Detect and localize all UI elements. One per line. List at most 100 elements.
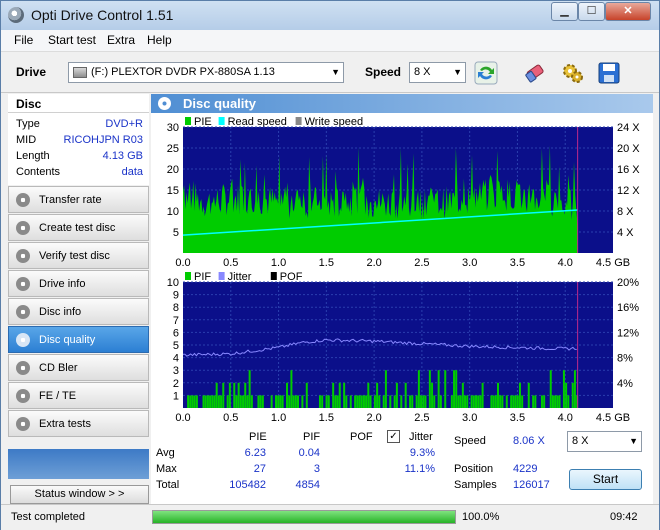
pif-bar [343, 382, 346, 408]
pif-bar [362, 395, 365, 408]
samples-label: Samples [454, 479, 497, 491]
y-tick-label: 9 [173, 290, 179, 302]
pif-bar [404, 382, 407, 408]
nav-create-test-disc[interactable]: Create test disc [8, 214, 149, 241]
sidebar-background [8, 449, 149, 479]
pif-bar [279, 395, 282, 408]
nav-extra-tests[interactable]: Extra tests [8, 410, 149, 437]
legend-label: PIE [194, 116, 212, 128]
progress-fill [153, 511, 455, 523]
nav-disc-quality[interactable]: Disc quality [8, 326, 149, 353]
pif-bar [437, 370, 440, 408]
y-tick-label: 5 [173, 227, 179, 239]
avg-jitter-value: 9.3% [409, 447, 435, 459]
total-pie-value: 105482 [229, 479, 266, 491]
pif-bar [409, 395, 412, 408]
pif-bar [202, 395, 205, 408]
nav-label: Drive info [39, 278, 86, 290]
y2-tick-label: 8 X [617, 206, 634, 218]
app-window: Opti Drive Control 1.51 ▁ ☐ ✕ File Start… [0, 0, 660, 530]
y-tick-label: 20 [167, 164, 179, 176]
y2-tick-label: 4 X [617, 227, 634, 239]
disc-length-key: Length [16, 150, 50, 162]
nav-fe-te[interactable]: FE / TE [8, 382, 149, 409]
max-pie-value: 27 [253, 463, 266, 475]
nav-cd-bler[interactable]: CD Bler [8, 354, 149, 381]
clock: 09:42 [610, 511, 638, 523]
x-tick-label: 1.5 [319, 257, 334, 269]
disc-quality-icon [158, 97, 171, 110]
col-header-pif: PIF [303, 431, 321, 443]
pif-bar [235, 395, 238, 408]
speed-select[interactable]: 8 X ▼ [409, 62, 466, 83]
pif-bar [209, 395, 212, 408]
pif-bar [226, 395, 229, 408]
erase-button[interactable] [523, 61, 547, 85]
save-button[interactable] [597, 61, 621, 85]
pif-bar [532, 395, 535, 408]
drive-select[interactable]: (F:) PLEXTOR DVDR PX-880SA 1.13 ▼ [68, 62, 344, 83]
y2-tick-label: 16% [617, 302, 639, 314]
y-tick-label: 8 [173, 302, 179, 314]
pif-bar [239, 395, 242, 408]
pif-bar [514, 395, 517, 408]
close-button[interactable]: ✕ [605, 2, 651, 21]
nav-drive-info[interactable]: Drive info [8, 270, 149, 297]
menu-file[interactable]: File [14, 33, 33, 47]
legend-label: Read speed [228, 116, 287, 128]
nav-label: Disc quality [39, 334, 96, 346]
x-tick-label: 0.0 [175, 257, 190, 269]
settings-button[interactable] [561, 61, 585, 85]
pif-bar [459, 395, 462, 408]
x-tick-label: 3.5 [510, 412, 525, 424]
disc-app-icon [8, 7, 24, 23]
start-button[interactable]: Start [569, 469, 642, 490]
pif-bar [187, 395, 190, 408]
maximize-button[interactable]: ☐ [578, 2, 605, 21]
row-label-max: Max [156, 463, 177, 475]
status-bar: Test completed 100.0% 09:42 [1, 504, 659, 530]
pif-bar [211, 395, 214, 408]
pif-bar [516, 395, 519, 408]
jitter-checkbox[interactable]: ✓ [387, 430, 400, 443]
nav-verify-test-disc[interactable]: Verify test disc [8, 242, 149, 269]
nav-disc-info[interactable]: Disc info [8, 298, 149, 325]
status-window-button[interactable]: Status window > > [10, 485, 149, 504]
window-title: Opti Drive Control 1.51 [31, 7, 174, 23]
pif-bar [217, 395, 220, 408]
minimize-button[interactable]: ▁ [551, 2, 578, 21]
legend-label: POF [280, 271, 303, 283]
pif-bar [213, 395, 216, 408]
menu-help[interactable]: Help [147, 33, 172, 47]
row-label-avg: Avg [156, 447, 175, 459]
pif-bar [250, 395, 253, 408]
x-tick-label: 0.0 [175, 412, 190, 424]
pif-bar [367, 382, 370, 408]
menu-extra[interactable]: Extra [107, 33, 135, 47]
disc-contents-key: Contents [16, 166, 61, 178]
pif-bar [191, 395, 194, 408]
pif-bar [360, 395, 363, 408]
y-tick-label: 25 [167, 143, 179, 155]
disc-length-value: 4.13 GB [102, 150, 143, 162]
legend-swatch [185, 117, 191, 125]
nav-transfer-rate[interactable]: Transfer rate [8, 186, 149, 213]
pif-bar [395, 382, 398, 408]
pif-bar [393, 395, 396, 408]
panel-title: Disc quality [183, 96, 256, 111]
floppy-disk-icon [598, 62, 620, 84]
pif-bar [501, 395, 504, 408]
pif-bar [259, 395, 262, 408]
samples-value: 126017 [513, 479, 550, 491]
refresh-button[interactable] [474, 61, 498, 85]
charts-area: PIE Read speed Write speed510152025304 X8 … [167, 116, 641, 424]
disc-icon [16, 277, 30, 291]
legend-swatch [185, 272, 191, 280]
drive-icon [73, 67, 87, 78]
pif-bar [248, 370, 251, 408]
pif-bar [431, 382, 434, 408]
pif-bar [204, 395, 207, 408]
menu-start-test[interactable]: Start test [48, 33, 96, 47]
test-speed-select[interactable]: 8 X ▼ [567, 431, 642, 452]
pif-bar [457, 395, 460, 408]
